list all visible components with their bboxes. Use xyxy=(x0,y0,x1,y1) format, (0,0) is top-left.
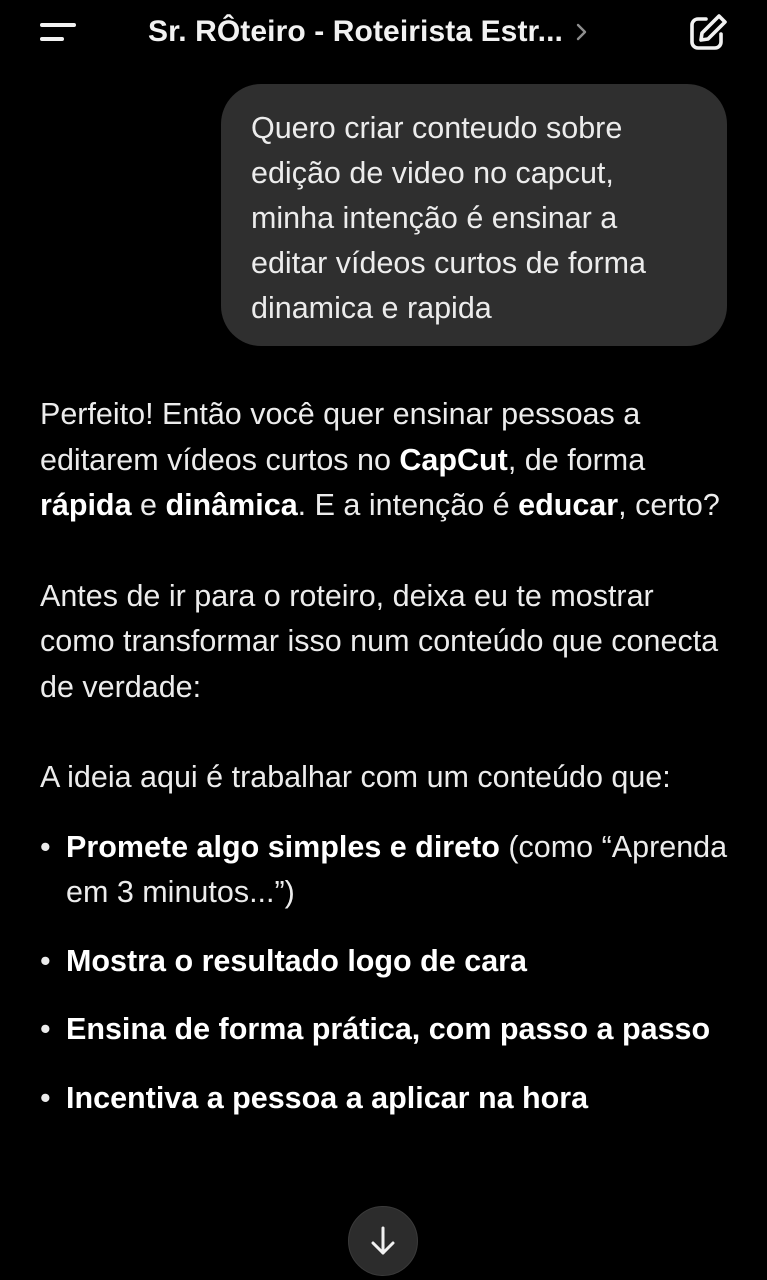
text-run: . E a intenção é xyxy=(297,488,519,522)
bullet-bold-text: Incentiva a pessoa a aplicar na hora xyxy=(66,1080,589,1115)
conversation-title: Sr. RÔteiro - Roteirista Estr... xyxy=(148,15,563,48)
top-bar: Sr. RÔteiro - Roteirista Estr... xyxy=(0,0,767,66)
menu-icon[interactable] xyxy=(36,14,80,50)
assistant-paragraph-1: Perfeito! Então você quer ensinar pessoa… xyxy=(40,392,730,529)
assistant-message: Perfeito! Então você quer ensinar pessoa… xyxy=(40,392,730,1144)
list-item: • Mostra o resultado logo de cara xyxy=(40,939,730,985)
gpt-title-button[interactable]: Sr. RÔteiro - Roteirista Estr... xyxy=(148,10,589,54)
user-message-bubble: Quero criar conteudo sobre edição de vid… xyxy=(221,84,727,346)
bold-run: educar xyxy=(518,488,619,522)
bullet-list: • Promete algo simples e direto (como “Ap… xyxy=(40,825,730,1122)
bullet-dot: • xyxy=(40,829,51,864)
bullet-bold-text: Mostra o resultado logo de cara xyxy=(66,943,527,978)
text-run: , de forma xyxy=(507,442,646,477)
text-run: e xyxy=(131,488,166,522)
assistant-paragraph-2: Antes de ir para o roteiro, deixa eu te … xyxy=(40,578,719,704)
text-run: , certo? xyxy=(618,488,720,522)
bold-run: CapCut xyxy=(399,442,508,477)
bullet-dot: • xyxy=(40,1080,51,1115)
bold-run: dinâmica xyxy=(165,488,298,522)
new-chat-icon[interactable] xyxy=(686,12,730,52)
list-item: • Incentiva a pessoa a aplicar na hora xyxy=(40,1076,730,1122)
assistant-paragraph-3: A ideia aqui é trabalhar com um conteúdo… xyxy=(40,760,671,794)
scroll-to-bottom-button[interactable] xyxy=(348,1206,418,1276)
user-message-text: Quero criar conteudo sobre edição de vid… xyxy=(251,111,646,325)
bullet-bold-text: Ensina de forma prática, com passo a pas… xyxy=(66,1012,711,1046)
bullet-dot: • xyxy=(40,943,51,978)
bullet-dot: • xyxy=(40,1012,51,1046)
bold-run: rápida xyxy=(40,488,132,522)
bullet-bold-text: Promete algo simples e direto xyxy=(66,829,500,864)
list-item: • Ensina de forma prática, com passo a pa… xyxy=(40,1007,730,1053)
chevron-right-icon xyxy=(576,23,587,41)
list-item: • Promete algo simples e direto (como “Ap… xyxy=(40,825,730,916)
arrow-down-icon xyxy=(371,1226,395,1255)
